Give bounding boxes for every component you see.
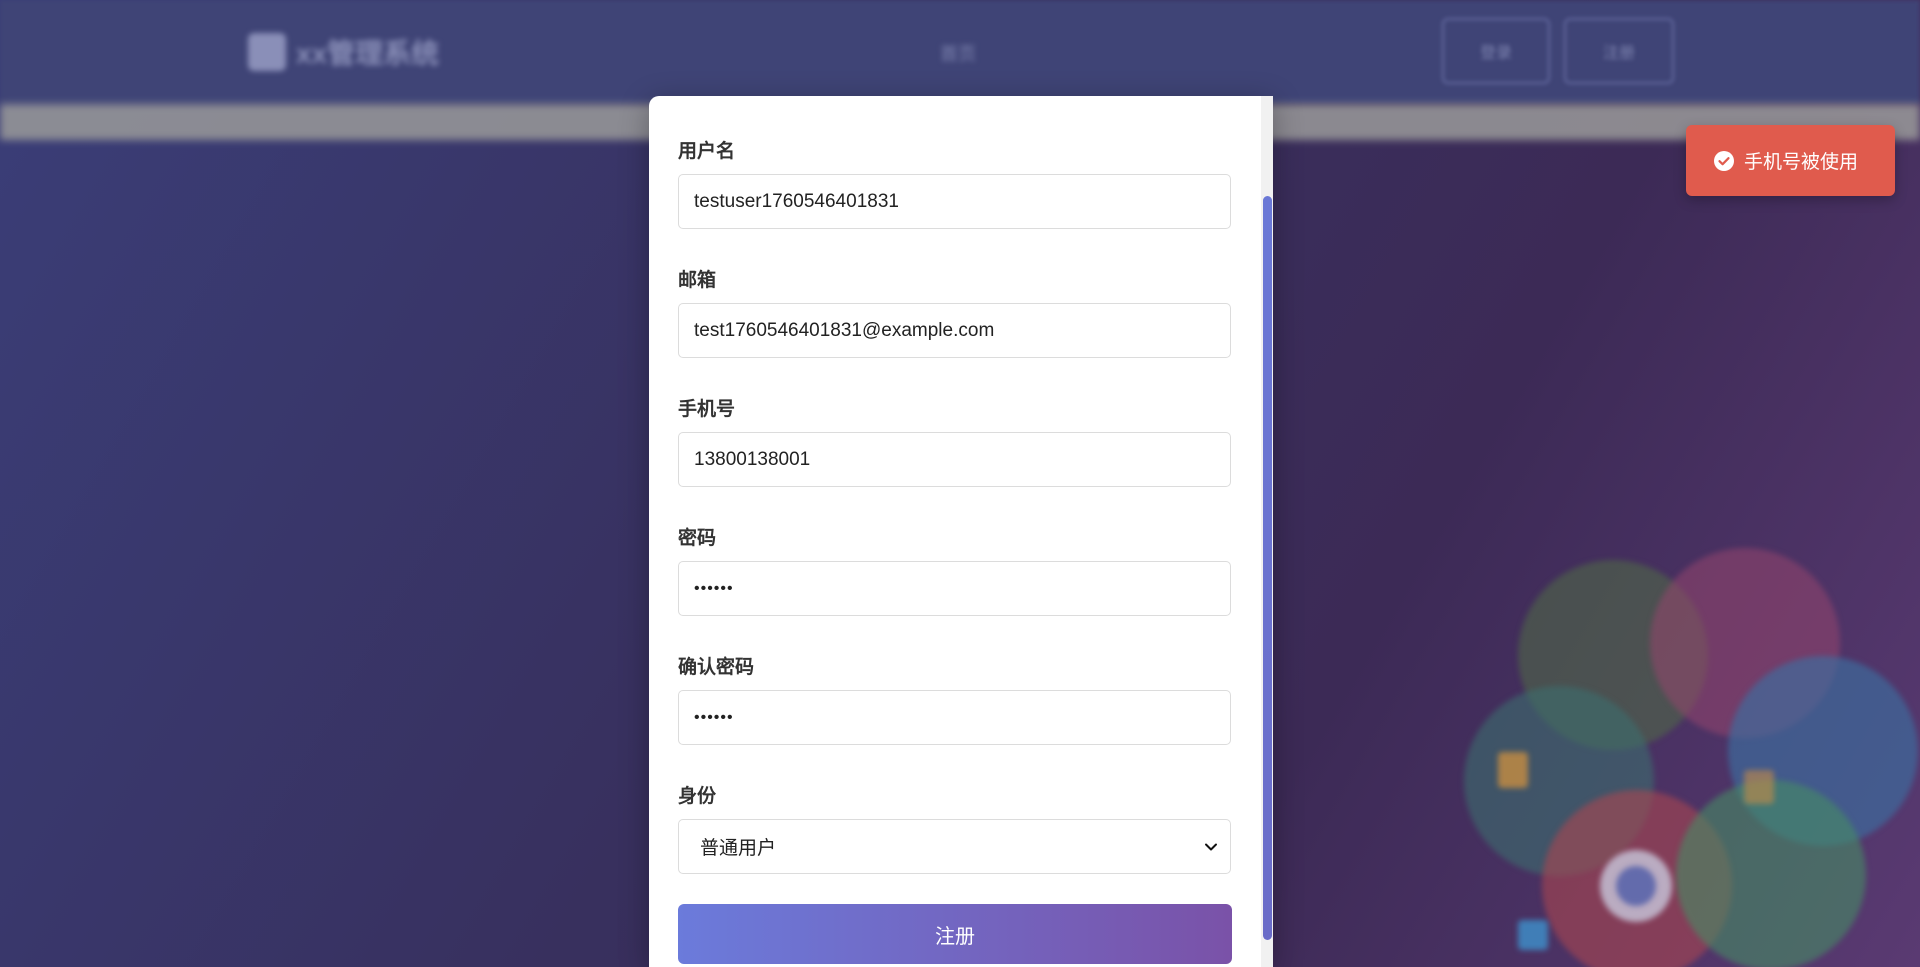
decorative-bubble [1616, 866, 1656, 906]
toast-message: 手机号被使用 [1744, 152, 1859, 173]
register-submit-button[interactable]: 注册 [678, 904, 1232, 964]
chevron-down-icon [1204, 840, 1218, 854]
check-circle-icon [1714, 150, 1734, 171]
decorative-icon [1744, 770, 1774, 804]
background-register-button: 注册 [1564, 18, 1674, 84]
email-input[interactable]: test1760546401831@example.com [678, 303, 1231, 358]
background-login-button: 登录 [1442, 18, 1550, 84]
decorative-icon [1518, 920, 1548, 950]
password-label: 密码 [678, 528, 717, 549]
role-label: 身份 [678, 786, 717, 807]
background-app-title: xx管理系统 [296, 38, 440, 69]
password-input[interactable]: •••••• [678, 561, 1231, 616]
role-select[interactable]: 普通用户 [678, 819, 1231, 874]
role-select-value: 普通用户 [700, 838, 777, 859]
register-modal: 用户名 testuser1760546401831 邮箱 test1760546… [649, 96, 1273, 967]
confirm-password-label: 确认密码 [678, 657, 755, 678]
phone-input[interactable]: 13800138001 [678, 432, 1231, 487]
username-label: 用户名 [678, 141, 736, 162]
phone-label: 手机号 [678, 399, 736, 420]
email-label: 邮箱 [678, 270, 717, 291]
background-nav-home: 首页 [940, 44, 976, 64]
username-input[interactable]: testuser1760546401831 [678, 174, 1231, 229]
page: xx管理系统 首页 登录 注册 用户名 testuser176054640183… [0, 0, 1920, 967]
decorative-bubble [1676, 780, 1866, 967]
confirm-password-input[interactable]: •••••• [678, 690, 1231, 745]
logo-icon [248, 33, 286, 71]
background-logo: xx管理系统 [248, 32, 439, 72]
error-toast: 手机号被使用 [1686, 125, 1895, 196]
gift-icon [1498, 752, 1528, 788]
modal-scrollbar-thumb[interactable] [1263, 196, 1272, 940]
